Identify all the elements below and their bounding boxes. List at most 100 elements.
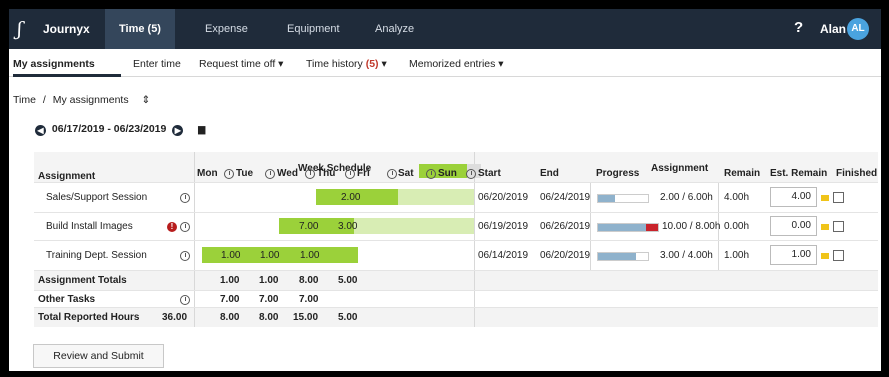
- assignment-name[interactable]: Build Install Images: [46, 221, 133, 232]
- col-header-progress: Progress: [596, 168, 640, 179]
- subnav-memorized-entries[interactable]: Memorized entries ▾: [409, 58, 504, 70]
- start-date: 06/14/2019: [478, 250, 529, 261]
- subnav-time-history[interactable]: Time history (5) ▾: [306, 58, 387, 70]
- reported-wed: 15.00: [293, 312, 319, 323]
- assignment-name[interactable]: Training Dept. Session: [46, 250, 147, 261]
- progress-fill: [598, 224, 646, 231]
- col-header-finished: Finished: [836, 168, 878, 179]
- end-date: 06/20/2019: [540, 250, 591, 261]
- other-tasks-label: Other Tasks: [38, 294, 96, 305]
- total-hours-band: [34, 307, 878, 327]
- grid-line: [34, 270, 878, 271]
- clock-icon[interactable]: [345, 169, 355, 179]
- tab-equipment[interactable]: Equipment: [287, 9, 340, 49]
- timesheet-grid: Assignment Week Schedule Assignment Mon …: [34, 152, 878, 327]
- other-wed: 7.00: [299, 294, 319, 305]
- calendar-icon[interactable]: ▆: [198, 124, 205, 134]
- col-header-start: Start: [478, 168, 501, 179]
- user-name[interactable]: Alan: [820, 22, 846, 36]
- flag-icon[interactable]: [821, 224, 829, 230]
- est-remain-input[interactable]: 0.00: [770, 216, 817, 236]
- assignment-totals-label: Assignment Totals: [38, 275, 127, 286]
- clock-icon[interactable]: [224, 169, 234, 179]
- total-mon: 1.00: [220, 275, 240, 286]
- finished-checkbox[interactable]: [833, 221, 844, 232]
- col-header-mon: Mon: [197, 168, 218, 179]
- clock-icon[interactable]: [180, 222, 190, 232]
- remain-value: 0.00h: [724, 221, 750, 232]
- journyx-logo-icon: ʃ: [17, 18, 23, 40]
- hours-tue[interactable]: 1.00: [260, 250, 279, 261]
- date-range-label: 06/17/2019 - 06/23/2019: [51, 123, 167, 135]
- subnav-enter-time[interactable]: Enter time: [133, 58, 181, 70]
- clock-icon[interactable]: [265, 169, 275, 179]
- finished-checkbox[interactable]: [833, 250, 844, 261]
- clock-icon[interactable]: [180, 251, 190, 261]
- progress-fill: [598, 195, 615, 202]
- grid-line: [34, 182, 878, 183]
- schedule-bar-future: [354, 218, 474, 234]
- previous-week-icon[interactable]: ◀: [35, 125, 46, 136]
- subnav-request-time-off[interactable]: Request time off ▾: [199, 58, 283, 70]
- progress-bar: [597, 194, 649, 203]
- clock-icon[interactable]: [180, 295, 190, 305]
- col-header-fri: Fri: [357, 168, 370, 179]
- grid-line: [34, 240, 878, 241]
- hours-mon[interactable]: 1.00: [221, 250, 240, 261]
- hours-thu[interactable]: 2.00: [341, 192, 360, 203]
- grid-line: [34, 290, 878, 291]
- hours-wed[interactable]: 1.00: [300, 250, 319, 261]
- active-tab-indicator: [13, 74, 121, 77]
- review-and-submit-button[interactable]: Review and Submit: [33, 344, 164, 368]
- chevron-down-icon: ▾: [381, 58, 387, 70]
- hours-wed[interactable]: 7.00: [299, 221, 318, 232]
- progress-label: 3.00 / 4.00h: [660, 250, 713, 261]
- end-date: 06/26/2019: [540, 221, 591, 232]
- progress-label: 2.00 / 6.00h: [660, 192, 713, 203]
- clock-icon[interactable]: [180, 193, 190, 203]
- subnav-my-assignments[interactable]: My assignments: [13, 58, 95, 70]
- clock-icon[interactable]: [426, 169, 436, 179]
- flag-icon[interactable]: [821, 253, 829, 259]
- grid-divider: [590, 182, 591, 270]
- date-range-selector: ◀ 06/17/2019 - 06/23/2019 ▶ ▆: [35, 123, 205, 136]
- hours-thu[interactable]: 3.00: [338, 221, 357, 232]
- total-wed: 8.00: [299, 275, 319, 286]
- sort-toggle-icon[interactable]: ⇕: [142, 94, 151, 106]
- brand-name: Journyx: [43, 22, 90, 36]
- app-window: ʃ Journyx Time (5) Expense Equipment Ana…: [9, 9, 881, 371]
- assignment-totals-band: [34, 270, 878, 290]
- est-remain-input[interactable]: 1.00: [770, 245, 817, 265]
- reported-mon: 8.00: [220, 312, 240, 323]
- next-week-icon[interactable]: ▶: [172, 125, 184, 136]
- total-reported-label: Total Reported Hours: [38, 312, 140, 323]
- col-header-sat: Sat: [398, 168, 414, 179]
- avatar[interactable]: AL: [847, 18, 869, 40]
- total-thu: 5.00: [338, 275, 358, 286]
- clock-icon[interactable]: [387, 169, 397, 179]
- assignment-name[interactable]: Sales/Support Session: [46, 192, 147, 203]
- col-header-remain: Remain: [724, 168, 761, 179]
- progress-fill: [598, 253, 636, 260]
- tab-expense[interactable]: Expense: [205, 9, 248, 49]
- progress-overage: [646, 224, 658, 231]
- est-remain-input[interactable]: 4.00: [770, 187, 817, 207]
- other-mon: 7.00: [220, 294, 240, 305]
- col-header-sun: Sun: [438, 168, 457, 179]
- col-header-tue: Tue: [236, 168, 254, 179]
- tab-time[interactable]: Time (5): [105, 9, 175, 49]
- schedule-bar-future: [398, 189, 474, 205]
- sub-nav: My assignments Enter time Request time o…: [9, 49, 881, 77]
- flag-icon[interactable]: [821, 195, 829, 201]
- progress-bar: [597, 252, 649, 261]
- finished-checkbox[interactable]: [833, 192, 844, 203]
- breadcrumb-root[interactable]: Time: [13, 94, 36, 106]
- tab-analyze[interactable]: Analyze: [375, 9, 414, 49]
- time-history-count: (5): [365, 58, 379, 70]
- clock-icon[interactable]: [466, 169, 476, 179]
- progress-bar: [597, 223, 659, 232]
- end-date: 06/24/2019: [540, 192, 591, 203]
- help-icon[interactable]: ?: [794, 19, 803, 36]
- clock-icon[interactable]: [305, 169, 315, 179]
- error-icon[interactable]: !: [167, 222, 177, 232]
